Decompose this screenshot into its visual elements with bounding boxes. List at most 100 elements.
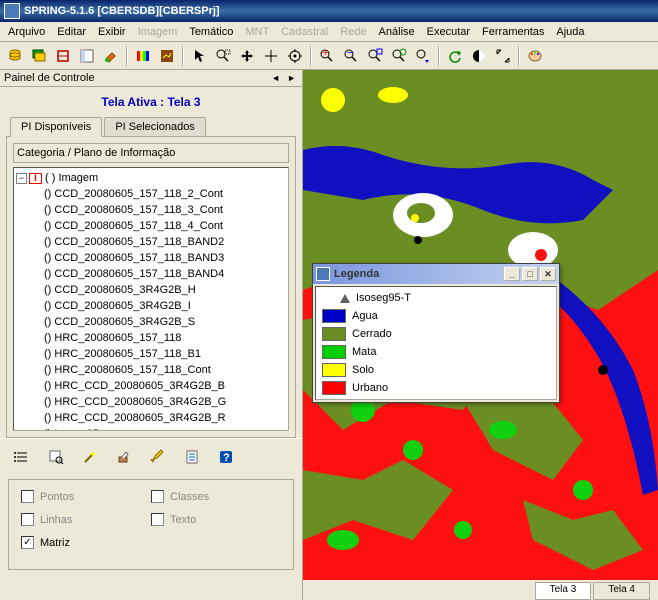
menu-executar[interactable]: Executar: [421, 24, 476, 40]
report-button[interactable]: [180, 445, 204, 469]
list-button[interactable]: [10, 445, 34, 469]
bottom-tab-tela4[interactable]: Tela 4: [593, 582, 650, 600]
legend-minimize-button[interactable]: _: [504, 267, 520, 281]
tree-item[interactable]: () HRC_20080605_157_118_Cont: [44, 362, 286, 378]
tree-item[interactable]: () HRC_CCD_20080605_3R4G2B_R: [44, 410, 286, 426]
legend-item[interactable]: Cerrado: [318, 325, 554, 343]
zoom-prev-button[interactable]: [412, 45, 434, 67]
check-classes[interactable]: Classes: [151, 490, 281, 503]
menu-ajuda[interactable]: Ajuda: [550, 24, 590, 40]
legend-label: Urbano: [352, 382, 388, 394]
menu-analise[interactable]: Análise: [373, 24, 421, 40]
tab-pi-disponiveis[interactable]: PI Disponíveis: [10, 117, 102, 137]
colormap-button[interactable]: [132, 45, 154, 67]
pointer-button[interactable]: [188, 45, 210, 67]
legend-item[interactable]: Urbano: [318, 379, 554, 397]
legend-window[interactable]: Legenda _ □ ✕ Isoseg95-T Agua Cerrado Mata…: [312, 263, 560, 403]
legend-item[interactable]: Mata: [318, 343, 554, 361]
tree-collapse-imagem[interactable]: −: [16, 173, 27, 184]
menu-rede[interactable]: Rede: [334, 24, 372, 40]
tree-item[interactable]: () CCD_20080605_157_118_BAND4: [44, 266, 286, 282]
check-texto[interactable]: Texto: [151, 513, 281, 526]
control-panel: Painel de Controle ◄ ► Tela Ativa : Tela…: [0, 70, 303, 600]
legend-item[interactable]: Agua: [318, 307, 554, 325]
main-toolbar: + −: [0, 42, 658, 70]
legend-title: Legenda: [334, 268, 379, 280]
tree-cat-imagem[interactable]: ( ) Imagem: [45, 172, 98, 184]
legend-swatch: [322, 327, 346, 341]
menu-tematico[interactable]: Temático: [183, 24, 239, 40]
legend-maximize-button[interactable]: □: [522, 267, 538, 281]
database-button[interactable]: [4, 45, 26, 67]
legend-titlebar[interactable]: Legenda _ □ ✕: [313, 264, 559, 284]
pencil-button[interactable]: [146, 445, 170, 469]
legend-label: Solo: [352, 364, 374, 376]
panel-right-arrow[interactable]: ►: [285, 73, 298, 83]
panel-title: Painel de Controle: [4, 72, 95, 84]
check-matriz[interactable]: ✓Matriz: [21, 536, 151, 549]
tree-item[interactable]: () CCD_20080605_157_118_BAND3: [44, 250, 286, 266]
tree-item[interactable]: () CCD_20080605_157_118_4_Cont: [44, 218, 286, 234]
tree-item[interactable]: () HRC_CCD_20080605_3R4G2B_G: [44, 394, 286, 410]
legend-root-icon: [340, 294, 350, 303]
tree-item[interactable]: () Isoseg95: [44, 426, 286, 431]
menu-arquivo[interactable]: Arquivo: [2, 24, 51, 40]
palette-button[interactable]: [524, 45, 546, 67]
pi-tree[interactable]: − I ( ) Imagem () CCD_20080605_157_118_2…: [13, 167, 289, 431]
refresh-button[interactable]: [444, 45, 466, 67]
tree-item[interactable]: () HRC_20080605_157_118: [44, 330, 286, 346]
display-options: Pontos Classes Linhas Texto ✓Matriz: [8, 479, 294, 570]
zoom-fit-button[interactable]: [364, 45, 386, 67]
legend-swatch: [322, 345, 346, 359]
tree-item[interactable]: () CCD_20080605_3R4G2B_I: [44, 298, 286, 314]
legend-swatch: [322, 381, 346, 395]
legend-close-button[interactable]: ✕: [540, 267, 556, 281]
contrast-button[interactable]: [468, 45, 490, 67]
tree-item[interactable]: () CCD_20080605_157_118_3_Cont: [44, 202, 286, 218]
edit-button[interactable]: [112, 445, 136, 469]
zoom-in-rect-button[interactable]: [212, 45, 234, 67]
tree-item[interactable]: () HRC_CCD_20080605_3R4G2B_B: [44, 378, 286, 394]
svg-text:?: ?: [223, 452, 230, 464]
zoom-pi-button[interactable]: [388, 45, 410, 67]
legend-label: Cerrado: [352, 328, 392, 340]
menu-exibir[interactable]: Exibir: [92, 24, 132, 40]
check-linhas[interactable]: Linhas: [21, 513, 151, 526]
tree-item[interactable]: () CCD_20080605_3R4G2B_H: [44, 282, 286, 298]
legend-root[interactable]: Isoseg95-T: [318, 289, 554, 307]
layers-button[interactable]: [28, 45, 50, 67]
tab-pi-selecionados[interactable]: PI Selecionados: [104, 117, 206, 136]
panel-left-arrow[interactable]: ◄: [269, 73, 282, 83]
tree-item[interactable]: () CCD_20080605_3R4G2B_S: [44, 314, 286, 330]
legend-item[interactable]: Solo: [318, 361, 554, 379]
panel-arrows: ◄ ►: [269, 72, 298, 84]
target-button[interactable]: [284, 45, 306, 67]
table-search-button[interactable]: [44, 445, 68, 469]
paint-button[interactable]: [100, 45, 122, 67]
expand-button[interactable]: [492, 45, 514, 67]
legend-label: Mata: [352, 346, 376, 358]
svg-text:+: +: [322, 48, 328, 59]
menu-mnt[interactable]: MNT: [239, 24, 275, 40]
pan-button[interactable]: [236, 45, 258, 67]
tree-item[interactable]: () CCD_20080605_157_118_BAND2: [44, 234, 286, 250]
check-pontos[interactable]: Pontos: [21, 490, 151, 503]
legend-icon: [316, 267, 330, 281]
map-button[interactable]: [156, 45, 178, 67]
info-button[interactable]: [260, 45, 282, 67]
menu-ferramentas[interactable]: Ferramentas: [476, 24, 550, 40]
tree-item[interactable]: () CCD_20080605_157_118_2_Cont: [44, 186, 286, 202]
wizard-button[interactable]: [78, 445, 102, 469]
panel-button[interactable]: [76, 45, 98, 67]
menu-editar[interactable]: Editar: [51, 24, 92, 40]
panel-sub-toolbar: ?: [0, 438, 302, 475]
zoom-minus-button[interactable]: −: [340, 45, 362, 67]
model-button[interactable]: [52, 45, 74, 67]
menu-cadastral[interactable]: Cadastral: [275, 24, 334, 40]
bottom-tab-tela3[interactable]: Tela 3: [535, 582, 592, 600]
help-button[interactable]: ?: [214, 445, 238, 469]
window-titlebar: SPRING-5.1.6 [CBERSDB][CBERSPrj]: [0, 0, 658, 22]
menu-imagem[interactable]: Imagem: [132, 24, 184, 40]
zoom-plus-button[interactable]: +: [316, 45, 338, 67]
tree-item[interactable]: () HRC_20080605_157_118_B1: [44, 346, 286, 362]
